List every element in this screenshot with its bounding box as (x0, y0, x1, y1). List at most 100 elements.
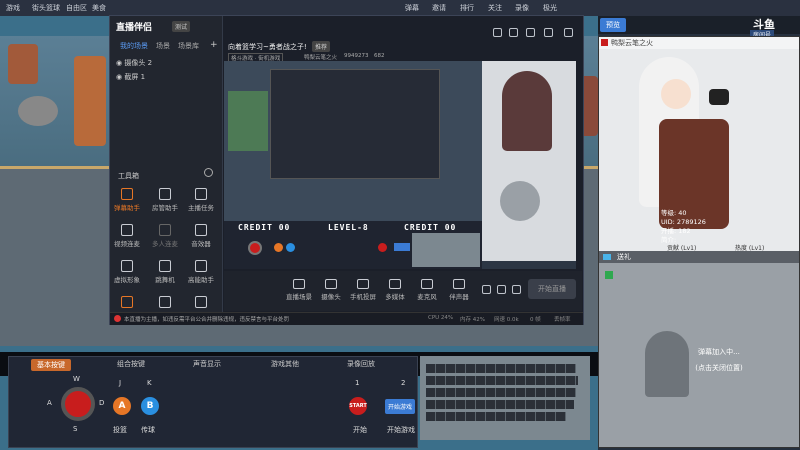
preview-controls: CREDIT 00 LEVEL-8 CREDIT 00 (224, 221, 482, 269)
v-badge-icon (601, 39, 608, 46)
stream-preview[interactable]: CREDIT 00 LEVEL-8 CREDIT 00 (224, 61, 576, 269)
chat-box: 鸭梨云笔之火 等级: 40 UID: 2789126 开播: 182 简介: 贡… (598, 36, 800, 448)
tool-energy[interactable]: 高能助手 (188, 260, 214, 284)
add-scene-button[interactable]: + (210, 40, 218, 50)
tab-sound-display[interactable]: 声音显示 (193, 359, 221, 369)
joystick[interactable] (61, 387, 95, 421)
lock-icon[interactable] (509, 28, 518, 37)
top-item[interactable]: 极光 (543, 3, 557, 13)
tool-danmaku[interactable]: 弹幕助手 (114, 188, 140, 212)
tab-scene-library[interactable]: 场景库 (178, 41, 199, 51)
preview-start-button (378, 243, 387, 252)
tab-replay[interactable]: 录像回放 (347, 359, 375, 369)
fans-count: 682 (374, 53, 385, 59)
browser-top-bar: 游戏 街头篮球 自由区 美食 弹幕 邀请 排行 关注 录像 极光 (0, 0, 800, 16)
scene-sidebar: 直播伴侣 测试 我的场景 场景 场景库 + ◉ 摄像头 2 ◉ 截屏 1 工具箱… (110, 16, 223, 324)
loading-message: 弹幕加入中... (点击关闭位置) (659, 347, 779, 373)
top-item[interactable]: 邀请 (432, 3, 446, 13)
bell-icon[interactable] (544, 28, 553, 37)
record-icon[interactable] (482, 285, 491, 294)
popularity-label: 贡献 (Lv1) (667, 245, 697, 251)
start-live-button[interactable]: 开始直播 (528, 279, 576, 299)
preview-a-button (274, 243, 283, 252)
top-item[interactable]: 排行 (460, 3, 474, 13)
tab-combo-keys[interactable]: 组合按键 (117, 359, 145, 369)
status-frames: 0 帧 (530, 317, 541, 323)
tab-my-scenes[interactable]: 我的场景 (120, 41, 148, 51)
top-item[interactable]: 录像 (515, 3, 529, 13)
tool-extra[interactable] (152, 296, 178, 310)
bike-sprite (18, 96, 58, 126)
settings-icon[interactable] (493, 28, 502, 37)
tool-avatar[interactable]: 虚拟形象 (114, 260, 140, 284)
layer-item[interactable]: ◉ 截屏 1 (116, 72, 145, 82)
tool-room-admin[interactable]: 房管助手 (152, 188, 178, 212)
preview-keyboard (412, 233, 480, 267)
control-panel: 基本按键 组合按键 声音显示 游戏其他 录像回放 W A S D J K A B… (8, 356, 418, 448)
tool-video-link[interactable]: 视频连麦 (114, 224, 140, 248)
character-artwork: 等级: 40 UID: 2789126 开播: 182 简介: 贡献 (Lv1)… (599, 49, 799, 251)
key-j-label: J (119, 379, 122, 387)
source-camera[interactable]: 摄像头 (316, 279, 346, 301)
toolbox-toggle-icon[interactable] (204, 168, 213, 177)
tool-dance[interactable]: 跳舞机 (152, 260, 178, 284)
live-companion-window: 直播伴侣 测试 我的场景 场景 场景库 + ◉ 摄像头 2 ◉ 截屏 1 工具箱… (109, 15, 584, 325)
nav-item[interactable]: 游戏 (6, 3, 20, 13)
preview-credit-left: CREDIT 00 (238, 223, 291, 232)
tab-scenes[interactable]: 场景 (156, 41, 170, 51)
top-item[interactable]: 弹幕 (405, 3, 419, 13)
status-bar: 本直播为主播，如违反需平台公合并删除违规，违反禁言与平台处罚 CPU 24% 内… (110, 312, 583, 325)
top-item[interactable]: 关注 (488, 3, 502, 13)
preview-screen (224, 61, 482, 221)
source-scene[interactable]: 直播场景 (284, 279, 314, 301)
tool-sound-effects[interactable]: 音效器 (188, 224, 214, 248)
tool-extra[interactable] (114, 296, 140, 310)
room-id: 9949273 (344, 53, 369, 59)
stream-tag[interactable]: 推荐 (312, 41, 331, 52)
start-game-button[interactable]: 开始游戏 (385, 399, 416, 414)
settings-icon[interactable] (512, 285, 521, 294)
tool-extra[interactable] (188, 296, 214, 310)
key-right-label: D (99, 399, 105, 407)
source-audio[interactable]: 伴声器 (444, 279, 474, 301)
gift-icon[interactable] (526, 28, 535, 37)
fighter-sprite (74, 56, 106, 146)
key-down-label: S (73, 425, 78, 433)
source-media[interactable]: 多媒体 (380, 279, 410, 301)
nav-item[interactable]: 美食 (92, 3, 106, 13)
preview-tab[interactable]: 预览 (600, 18, 626, 32)
douyu-side-panel: 预览 斗鱼 房间号 鸭梨云笔之火 等级: 40 UID: 2789126 开播:… (598, 16, 800, 450)
tab-basic-keys[interactable]: 基本按键 (31, 359, 71, 371)
anchor-name: 鸭梨云笔之火 (304, 55, 338, 61)
source-phone[interactable]: 手机投屏 (348, 279, 378, 301)
start-label: 开始 (353, 426, 367, 434)
tool-multi-link[interactable]: 多人连麦 (152, 224, 178, 248)
eye-icon[interactable] (497, 285, 506, 294)
character-pet (709, 89, 729, 105)
stream-title[interactable]: 向着篮学习~勇者战之子! (228, 42, 307, 52)
source-toolbar: 直播场景 摄像头 手机投屏 多媒体 麦克风 伴声器 开始直播 (224, 271, 582, 311)
fighter-sprite (8, 44, 38, 84)
nav-item[interactable]: 街头篮球 (32, 3, 60, 13)
warning-icon (114, 315, 121, 322)
uploader-bar: 鸭梨云笔之火 (599, 37, 799, 49)
test-badge: 测试 (172, 21, 191, 32)
menu-icon[interactable] (564, 28, 573, 37)
anchor-stats: 等级: 40 UID: 2789126 开播: 182 简介: (661, 209, 706, 244)
close-hint[interactable]: (点击关闭位置) (659, 363, 779, 373)
nav-item[interactable]: 自由区 (66, 3, 87, 13)
status-cpu: CPU 24% (428, 315, 454, 321)
tab-game-other[interactable]: 游戏其他 (271, 359, 299, 369)
keyboard-camera (420, 356, 590, 440)
preview-b-button (286, 243, 295, 252)
source-mic[interactable]: 麦克风 (412, 279, 442, 301)
layer-item[interactable]: ◉ 摄像头 2 (116, 58, 152, 68)
a-button[interactable]: A (113, 397, 131, 415)
gift-bar[interactable]: 送礼 (599, 251, 799, 263)
b-button[interactable]: B (141, 397, 159, 415)
attack-label: 投篮 (113, 426, 127, 434)
character-face (661, 79, 691, 109)
character-mini (502, 71, 552, 151)
tool-tasks[interactable]: 主播任务 (188, 188, 214, 212)
start-button[interactable]: START (349, 397, 367, 415)
